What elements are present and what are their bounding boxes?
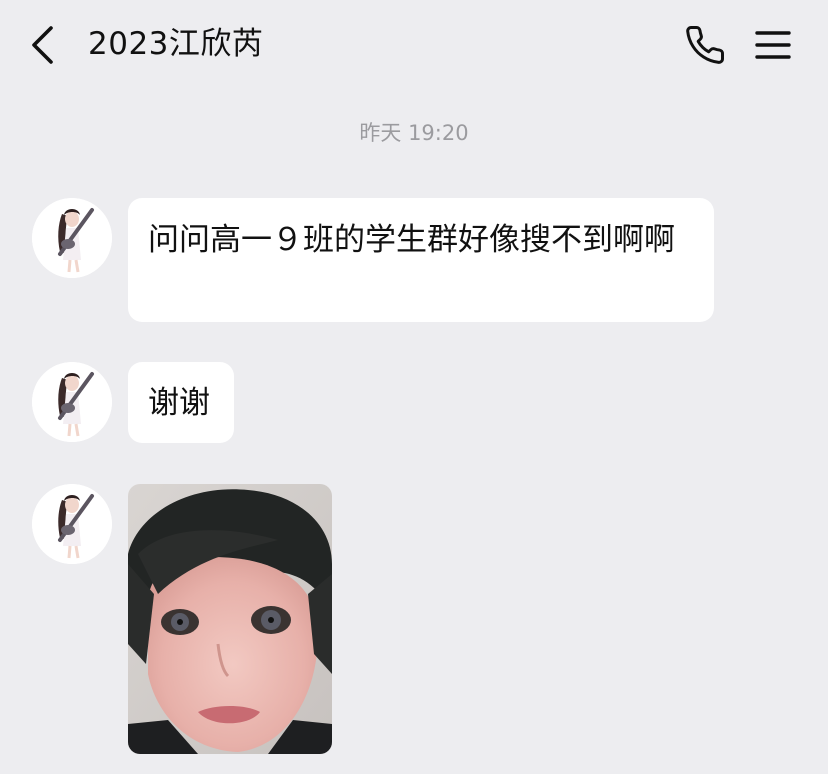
message-text: 问问高一９班的学生群好像搜不到啊啊 (148, 222, 675, 258)
chevron-left-icon (32, 26, 53, 64)
photo-thumbnail (128, 484, 332, 754)
sender-avatar[interactable] (32, 362, 112, 442)
phone-icon (686, 26, 724, 64)
message-bubble[interactable]: 谢谢 (128, 362, 234, 443)
call-button[interactable] (684, 24, 726, 66)
image-message[interactable] (128, 484, 332, 754)
message-bubble[interactable]: 问问高一９班的学生群好像搜不到啊啊 (128, 198, 714, 322)
avatar-illustration (32, 484, 112, 564)
chat-header: 2023江欣芮 (0, 0, 828, 90)
sender-avatar[interactable] (32, 484, 112, 564)
message-text: 谢谢 (148, 385, 210, 421)
avatar-illustration (32, 362, 112, 442)
avatar-illustration (32, 198, 112, 278)
menu-icon (755, 31, 791, 59)
menu-button[interactable] (754, 28, 792, 62)
chat-title: 2023江欣芮 (88, 26, 264, 62)
sender-avatar[interactable] (32, 198, 112, 278)
back-button[interactable] (26, 22, 62, 68)
message-timestamp: 昨天 19:20 (359, 121, 469, 145)
